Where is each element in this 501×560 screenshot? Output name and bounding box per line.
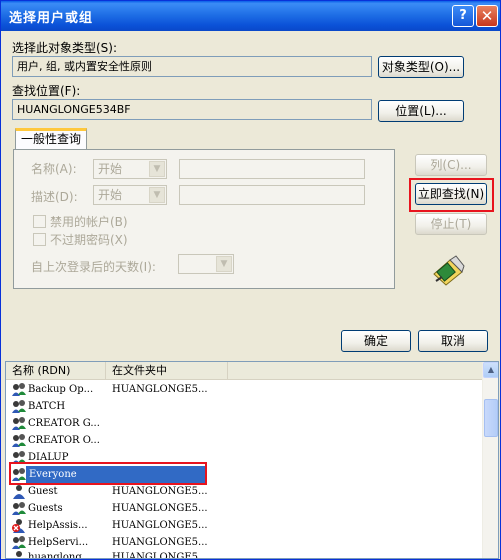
description-text-field	[179, 185, 365, 205]
object-type-field: 用户, 组, 或内置安全性原则	[12, 56, 372, 77]
column-header-folder[interactable]: 在文件夹中	[106, 362, 228, 380]
group-icon	[12, 536, 26, 549]
list-item[interactable]: Guests HUANGLONGE5...	[6, 500, 484, 517]
name-text-field	[179, 159, 365, 179]
results-header: 名称 (RDN) 在文件夹中	[6, 362, 484, 380]
list-item[interactable]: huanglong HUANGLONGE5...	[6, 549, 484, 559]
non-expiring-password-label: 不过期密码(X)	[50, 233, 128, 247]
list-item[interactable]: Guest HUANGLONGE5...	[6, 483, 484, 500]
cancel-button[interactable]: 取消	[418, 330, 488, 352]
list-item[interactable]: CREATOR O...	[6, 432, 484, 449]
description-match-value: 开始	[98, 188, 123, 202]
locations-button[interactable]: 位置(L)...	[378, 100, 464, 122]
object-type-label: 选择此对象类型(S):	[12, 41, 118, 55]
description-match-combo: 开始 ▼	[93, 185, 167, 205]
group-icon	[12, 400, 26, 413]
row-folder: HUANGLONGE5...	[112, 520, 208, 531]
columns-button: 列(C)...	[415, 154, 487, 176]
list-item[interactable]: BATCH	[6, 398, 484, 415]
help-button[interactable]: ?	[452, 5, 474, 27]
close-button[interactable]: ✕	[476, 5, 498, 27]
list-item[interactable]: HelpAssis... HUANGLONGE5...	[6, 517, 484, 534]
ok-button[interactable]: 确定	[341, 330, 411, 352]
query-panel: 名称(A): 开始 ▼ 描述(D): 开始 ▼ 禁用的帐户(B) 不过期密码(X…	[13, 149, 395, 289]
days-since-logon-combo: ▼	[178, 254, 234, 274]
object-types-button[interactable]: 对象类型(O)...	[378, 56, 464, 78]
non-expiring-password-checkbox	[33, 233, 46, 246]
list-item[interactable]: CREATOR G...	[6, 415, 484, 432]
name-match-combo: 开始 ▼	[93, 159, 167, 179]
disabled-accounts-checkbox	[33, 215, 46, 228]
list-item[interactable]: Backup Op... HUANGLONGE5...	[6, 381, 484, 398]
scroll-up-icon[interactable]: ▲	[483, 362, 498, 378]
disabled-user-icon	[12, 519, 25, 533]
group-icon	[12, 502, 26, 515]
find-now-highlight	[409, 178, 494, 212]
disabled-accounts-label: 禁用的帐户(B)	[50, 215, 128, 229]
row-name: CREATOR G...	[28, 418, 100, 429]
row-name: Backup Op...	[28, 384, 94, 395]
chevron-down-icon: ▼	[216, 256, 232, 272]
group-icon	[12, 383, 26, 396]
scroll-thumb[interactable]	[484, 399, 498, 437]
stop-button: 停止(T)	[415, 213, 487, 235]
select-users-dialog: 选择用户或组 ? ✕ 选择此对象类型(S): 用户, 组, 或内置安全性原则 对…	[0, 0, 501, 560]
chevron-down-icon: ▼	[149, 161, 165, 177]
chevron-down-icon: ▼	[149, 187, 165, 203]
row-folder: HUANGLONGE5...	[112, 552, 208, 559]
row-name: huanglong	[28, 552, 82, 559]
everyone-highlight	[9, 462, 207, 485]
row-folder: HUANGLONGE5...	[112, 384, 208, 395]
results-scrollbar[interactable]: ▲	[482, 362, 498, 558]
row-name: BATCH	[28, 401, 66, 412]
location-field: HUANGLONGE534BF	[12, 99, 372, 120]
user-icon	[13, 485, 25, 499]
row-name: HelpAssis...	[28, 520, 88, 531]
user-icon	[16, 551, 22, 557]
name-match-value: 开始	[98, 162, 123, 176]
row-name: Guest	[28, 486, 58, 497]
tab-common-queries[interactable]: 一般性查询	[15, 128, 87, 150]
search-flashlight-icon	[433, 255, 465, 286]
column-header-name[interactable]: 名称 (RDN)	[6, 362, 106, 380]
row-folder: HUANGLONGE5...	[112, 503, 208, 514]
name-label: 名称(A):	[31, 162, 77, 176]
window-title: 选择用户或组	[9, 11, 94, 26]
row-name: Guests	[28, 503, 63, 514]
location-label: 查找位置(F):	[12, 84, 81, 98]
row-folder: HUANGLONGE5...	[112, 486, 208, 497]
group-icon	[12, 417, 26, 430]
search-results-list[interactable]: 名称 (RDN) 在文件夹中 Backup Op... HUANGLONGE5.…	[5, 361, 499, 559]
title-bar[interactable]: 选择用户或组 ? ✕	[1, 1, 500, 31]
group-icon	[12, 434, 26, 447]
days-since-logon-label: 自上次登录后的天数(I):	[31, 260, 156, 274]
row-name: CREATOR O...	[28, 435, 100, 446]
description-label: 描述(D):	[31, 190, 78, 204]
